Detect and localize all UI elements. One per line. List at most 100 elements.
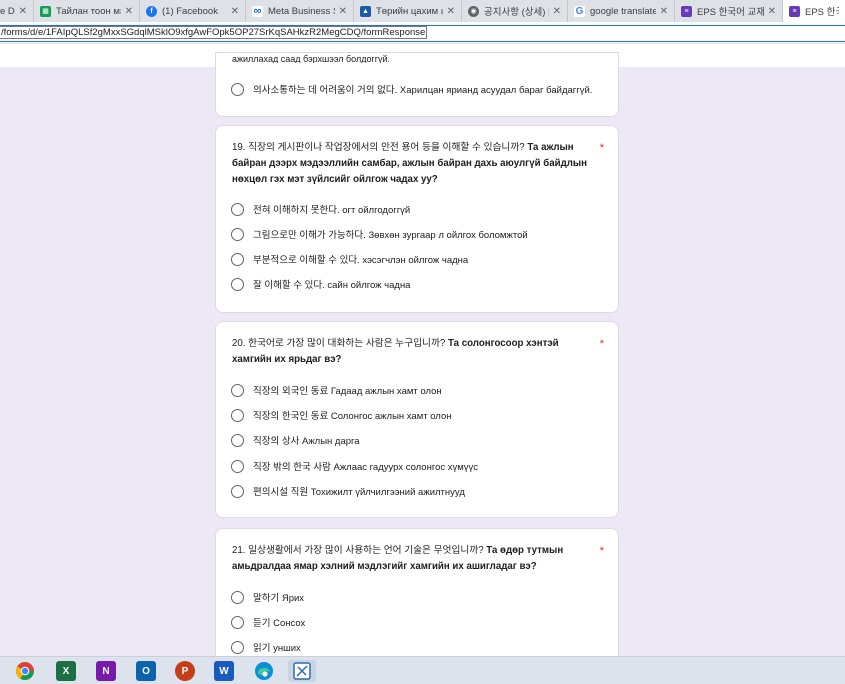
google-icon: G [574, 5, 585, 17]
radio-option[interactable]: 말하기 Ярих [231, 589, 304, 605]
close-tab-icon[interactable]: ✕ [125, 6, 133, 17]
radio-button[interactable] [231, 590, 244, 604]
tab-notice[interactable]: ◉ 공지사항 (상세) | 외 ✕ [462, 0, 568, 22]
radio-option[interactable]: 편의시설 직원 Тохижилт үйлчилгээний ажилтнууд [231, 483, 465, 499]
radio-option[interactable]: 직장의 외국인 동료 Гадаад ажлын хамт олон [231, 382, 442, 398]
option-label: 그림으로만 이해가 가능하다. Зөвхөн зургаар л ойлгох … [253, 230, 528, 241]
radio-option[interactable]: 부분적으로 이해할 수 있다. хэсэгчлэн ойлгож чадна [231, 251, 468, 267]
windows-taskbar: X N O P W [0, 656, 845, 684]
radio-button[interactable] [231, 277, 244, 291]
excel-icon: X [56, 661, 76, 681]
option-label: 전혀 이해하지 못한다. огт ойлгодоггүй [253, 205, 411, 216]
tab-title: e Dr [0, 5, 15, 17]
snipping-tool-taskbar-button[interactable] [288, 660, 316, 682]
radio-button[interactable] [231, 408, 244, 422]
radio-button[interactable] [231, 82, 244, 96]
globe-icon: ◉ [468, 5, 479, 17]
forms-icon: ≡ [681, 5, 692, 17]
question-title: 20. 한국어로 가장 많이 대화하는 사람은 누구입니까? Та солонг… [232, 336, 588, 368]
radio-option[interactable]: 의사소통하는 데 어려움이 거의 없다. Харилцан ярианд асу… [231, 81, 592, 97]
snipping-tool-icon [293, 662, 311, 680]
tab-eps-forms-active[interactable]: ≡ EPS 한국어 [783, 0, 845, 22]
option-label: 말하기 Ярих [253, 593, 305, 604]
tab-egov[interactable]: ▲ Төрийн цахим шуу ✕ [354, 0, 462, 22]
tab-meta-business[interactable]: ∞ Meta Business Suit ✕ [246, 0, 354, 22]
browser-tab-bar: e Dr ✕ ▦ Тайлан тоон мэдэ ✕ f (1) Facebo… [0, 0, 845, 22]
close-tab-icon[interactable]: ✕ [339, 6, 347, 17]
option-label: 직장의 상사 Ажлын дарга [253, 436, 360, 447]
excel-taskbar-button[interactable]: X [52, 660, 80, 682]
option-label: 직장 밖의 한국 사람 Ажлаас гадуурх солонгос хүмү… [253, 462, 479, 473]
url-text: /forms/d/e/1FAIpQLSf2gMxxSGdqlMSklO9xfgA… [0, 26, 428, 39]
tab-google-translate[interactable]: G google translate - G ✕ [568, 0, 675, 22]
chrome-taskbar-button[interactable] [11, 660, 39, 682]
radio-option[interactable]: 읽기 унших [231, 639, 301, 655]
tab-title: Төрийн цахим шуу [376, 5, 443, 17]
radio-button[interactable] [231, 433, 244, 447]
meta-icon: ∞ [252, 5, 263, 17]
edge-icon [255, 662, 273, 680]
radio-button[interactable] [231, 202, 244, 216]
question-card-20: 20. 한국어로 가장 많이 대화하는 사람은 누구입니까? Та солонг… [215, 321, 619, 518]
radio-button[interactable] [231, 615, 244, 629]
url-input[interactable]: /forms/d/e/1FAIpQLSf2gMxxSGdqlMSklO9xfgA… [0, 25, 845, 42]
forms-icon: ≡ [789, 5, 800, 17]
option-label: 의사소통하는 데 어려움이 거의 없다. Харилцан ярианд асу… [253, 85, 593, 96]
radio-option[interactable]: 그림으로만 이해가 가능하다. Зөвхөн зургаар л ойлгох … [231, 226, 528, 242]
tab-sheets[interactable]: ▦ Тайлан тоон мэдэ ✕ [34, 0, 140, 22]
tab-title: Тайлан тоон мэдэ [56, 5, 121, 17]
required-asterisk: * [599, 142, 604, 154]
onenote-taskbar-button[interactable]: N [92, 660, 120, 682]
powerpoint-icon: P [175, 661, 195, 681]
option-label: 직장의 한국인 동료 Солонгос ажлын хамт олон [253, 411, 452, 422]
radio-option[interactable]: 잘 이해할 수 있다. сайн ойлгож чадна [231, 276, 410, 292]
onenote-icon: N [96, 661, 116, 681]
powerpoint-taskbar-button[interactable]: P [171, 660, 199, 682]
radio-button[interactable] [231, 252, 244, 266]
option-label: 읽기 унших [253, 643, 301, 654]
radio-option[interactable]: 직장 밖의 한국 사람 Ажлаас гадуурх солонгос хүмү… [231, 458, 478, 474]
close-tab-icon[interactable]: ✕ [19, 6, 27, 17]
close-tab-icon[interactable]: ✕ [660, 6, 668, 17]
option-label: 편의시설 직원 Тохижилт үйлчилгээний ажилтнууд [253, 487, 465, 498]
required-asterisk: * [599, 545, 604, 557]
tab-facebook[interactable]: f (1) Facebook ✕ [140, 0, 246, 22]
close-tab-icon[interactable]: ✕ [447, 6, 455, 17]
question-title: 21. 일상생활에서 가장 많이 사용하는 언어 기술은 무엇입니까? Та ө… [232, 543, 588, 575]
question-title: 19. 직장의 게시판이나 작업장에서의 안전 용어 등을 이해할 수 있습니까… [232, 140, 588, 188]
question-korean: 21. 일상생활에서 가장 많이 사용하는 언어 기술은 무엇입니까? [232, 545, 484, 556]
radio-button[interactable] [231, 640, 244, 654]
close-tab-icon[interactable]: ✕ [231, 6, 239, 17]
outlook-taskbar-button[interactable]: O [132, 660, 160, 682]
question-korean: 20. 한국어로 가장 많이 대화하는 사람은 누구입니까? [232, 338, 446, 349]
radio-option[interactable]: 전혀 이해하지 못한다. огт ойлгодоггүй [231, 201, 410, 217]
radio-button[interactable] [231, 459, 244, 473]
tab-eps-forms[interactable]: ≡ EPS 한국어 교재 게 ✕ [675, 0, 783, 22]
radio-option[interactable]: 듣기 Сонсох [231, 614, 305, 630]
word-taskbar-button[interactable]: W [210, 660, 238, 682]
option-label: 듣기 Сонсох [253, 618, 306, 629]
tab-title: google translate - G [590, 5, 656, 17]
sheets-icon: ▦ [40, 5, 51, 17]
edge-taskbar-button[interactable] [250, 660, 278, 682]
option-label: 직장의 외국인 동료 Гадаад ажлын хамт олон [253, 386, 442, 397]
radio-option[interactable]: 직장의 상사 Ажлын дарга [231, 432, 360, 448]
facebook-icon: f [146, 5, 157, 17]
close-tab-icon[interactable]: ✕ [768, 6, 776, 17]
required-asterisk: * [599, 338, 604, 350]
tab-drive[interactable]: e Dr ✕ [0, 0, 34, 22]
radio-button[interactable] [231, 484, 244, 498]
question-card-19: 19. 직장의 게시판이나 작업장에서의 안전 용어 등을 이해할 수 있습니까… [215, 125, 619, 313]
radio-button[interactable] [231, 383, 244, 397]
word-icon: W [214, 661, 234, 681]
tab-title: Meta Business Suit [268, 5, 335, 17]
radio-button[interactable] [231, 227, 244, 241]
close-tab-icon[interactable]: ✕ [553, 6, 561, 17]
tab-title: (1) Facebook [162, 5, 218, 17]
tab-title: 공지사항 (상세) | 외 [484, 7, 549, 18]
tab-title: EPS 한국어 교재 게 [697, 7, 764, 18]
partial-option-text: ажиллахад саад бэрхшээл болдоггүй. [232, 54, 391, 63]
option-label: 잘 이해할 수 있다. сайн ойлгож чадна [253, 280, 411, 291]
radio-option[interactable]: 직장의 한국인 동료 Солонгос ажлын хамт олон [231, 407, 451, 423]
question-card-18: ажиллахад саад бэрхшээл болдоггүй. 의사소통하… [215, 52, 619, 117]
